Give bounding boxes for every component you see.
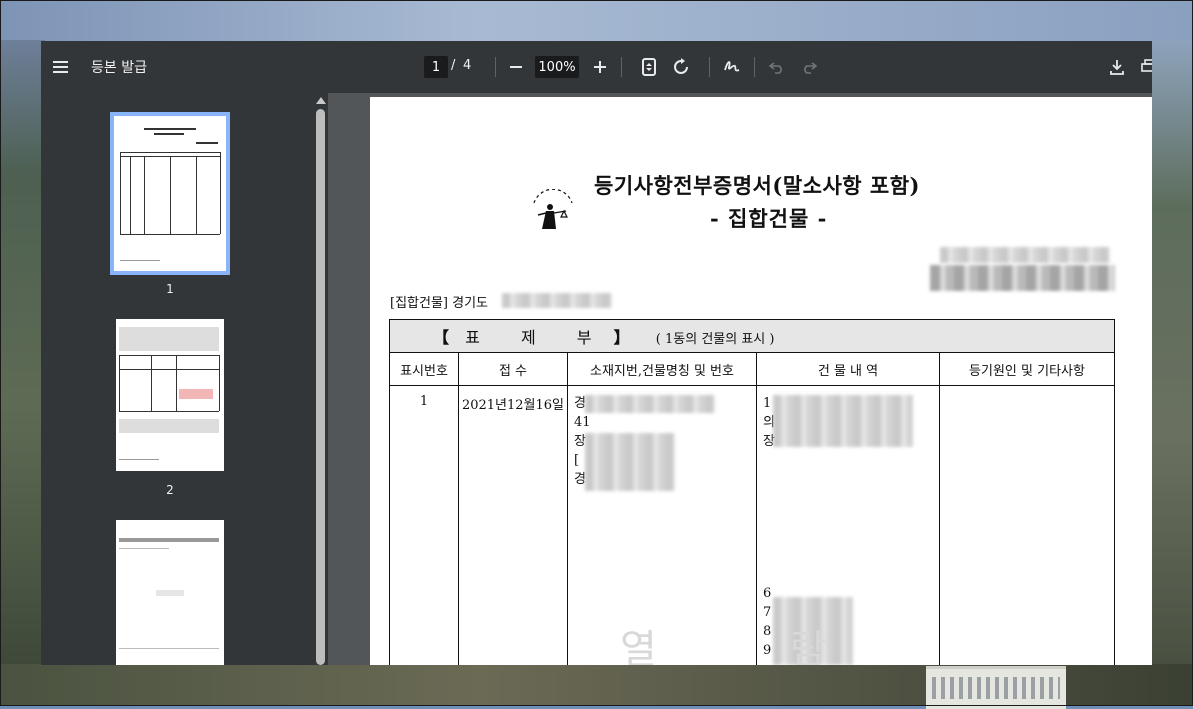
annotate-button[interactable] [719,54,745,80]
location-line: 41 [574,415,591,430]
thumbnail-label-1: 1 [166,282,174,296]
scroll-up-arrow-icon[interactable] [316,97,326,104]
desktop-building [926,666,1066,709]
redacted-location [585,395,715,413]
page-separator: / [451,58,456,73]
certificate-subtitle: - 집합건물 - [710,206,828,231]
column-header-receipt: 접 수 [458,352,568,386]
watermark-text: 열 람 [620,627,887,665]
document-title: 등본 발급 [91,60,147,76]
section-bracket-close: 】 [613,328,630,347]
download-icon [1110,60,1124,75]
row-date: 2021년12월16일 [458,385,568,665]
redacted-building [773,395,913,447]
download-button[interactable] [1104,54,1130,80]
building-address: [집합건물] 경기도 [390,292,488,311]
page-thumbnail-2[interactable] [116,319,224,471]
desktop-sky [0,0,1193,42]
rotate-button[interactable] [668,54,694,80]
column-header-cause: 등기원인 및 기타사항 [939,352,1115,386]
page-thumbnail-3[interactable] [116,520,224,665]
section-bracket-open: 【 [433,328,450,347]
column-header-building: 건 물 내 역 [756,352,940,386]
redacted-barcode [930,265,1115,291]
title-section-table: 【 표 제 부 】 ( 1동의 건물의 표시 ) 표시번호 접 수 소재지번,건… [389,319,1115,665]
redo-icon [804,62,817,74]
toolbar-divider [709,57,710,77]
redacted-location [585,433,675,491]
undo-button[interactable] [764,54,790,80]
section-name: 표 제 부 [465,328,610,347]
print-icon [1141,59,1152,72]
column-header-location: 소재지번,건물명칭 및 번호 [567,352,757,386]
fit-page-button[interactable] [636,54,662,80]
print-button[interactable] [1136,54,1152,80]
desktop-scenery-right [1148,40,1193,706]
zoom-in-button[interactable] [587,54,613,80]
desktop-scenery-left [0,40,45,706]
redo-button[interactable] [796,54,822,80]
document-page: 등기사항전부증명서(말소사항 포함) - 집합건물 - [집합건물] 경기도 【… [370,97,1152,665]
section-header: 【 표 제 부 】 ( 1동의 건물의 표시 ) [389,319,1115,353]
scrollbar-thumb[interactable] [316,109,325,665]
total-pages: 4 [463,58,472,73]
toolbar-divider [621,57,622,77]
row-number: 1 [389,385,459,665]
minus-icon [510,66,522,68]
thumbnail-label-2: 2 [166,483,174,497]
page-number-input[interactable]: 1 [424,56,448,78]
hamburger-menu-icon[interactable] [47,54,73,80]
section-description: ( 1동의 건물의 표시 ) [655,332,775,347]
plus-icon [594,61,606,73]
column-header-number: 표시번호 [389,352,459,386]
fit-page-icon [642,58,656,76]
zoom-out-button[interactable] [503,54,529,80]
certificate-title: 등기사항전부증명서(말소사항 포함) [594,173,920,198]
redacted-text [940,247,1110,263]
pdf-toolbar: 등본 발급 1 / 4 100% [41,41,1152,93]
zoom-level-input[interactable]: 100% [535,56,579,78]
toolbar-divider [754,57,755,77]
page-thumbnail-1[interactable] [110,112,230,275]
row-cause [939,385,1115,665]
redacted-address [502,293,612,308]
draw-icon [724,61,740,72]
undo-icon [769,62,782,74]
address-prefix: [집합건물] 경기도 [390,296,488,311]
rotate-icon [674,58,688,74]
toolbar-divider [495,57,496,77]
court-seal-logo [533,189,573,229]
pdf-viewer-window: 등본 발급 1 / 4 100% 1 2 등기사항전부증명서(말소사항 포함) … [41,41,1152,665]
